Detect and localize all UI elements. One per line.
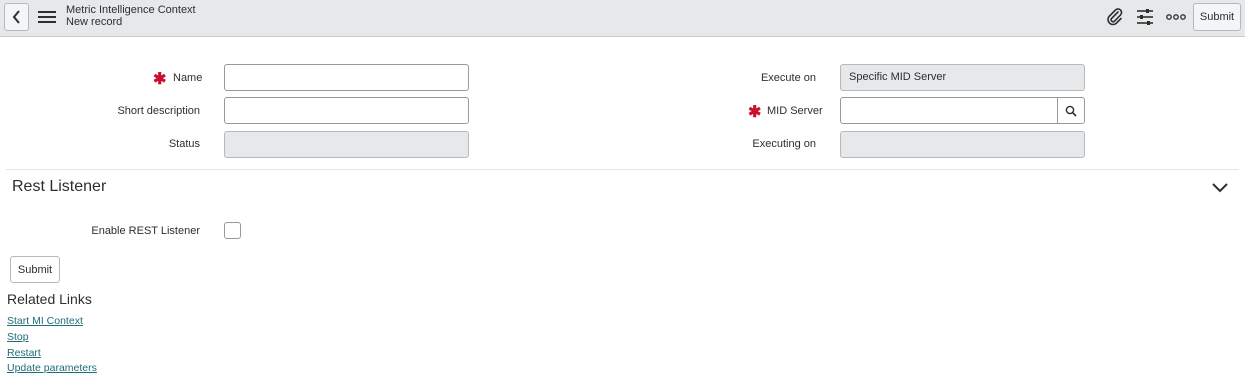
hamburger-menu-button[interactable] — [38, 8, 56, 26]
mid-server-required-icon: ✱ — [748, 104, 762, 121]
status-field — [224, 131, 469, 158]
search-icon — [1065, 105, 1077, 117]
status-label: Status — [168, 138, 200, 150]
mid-server-label: MID Server — [767, 105, 823, 117]
related-link-update-parameters[interactable]: Update parameters — [7, 362, 97, 374]
section-title: Rest Listener — [12, 178, 107, 195]
submit-button[interactable]: Submit — [10, 256, 60, 283]
form-subtitle: New record — [66, 16, 123, 28]
hamburger-menu-icon — [38, 11, 56, 23]
name-field[interactable] — [224, 64, 469, 91]
section-divider — [6, 169, 1239, 170]
related-link-start-mi-context[interactable]: Start MI Context — [7, 315, 83, 327]
short-description-label: Short description — [117, 105, 200, 117]
form-header: Metric Intelligence Context New record S… — [0, 0, 1245, 37]
mid-server-lookup-button[interactable] — [1057, 97, 1085, 124]
executing-on-label: Executing on — [752, 138, 816, 150]
form-title: Metric Intelligence Context — [66, 4, 196, 16]
related-links-title: Related Links — [7, 291, 92, 307]
more-icon — [1166, 14, 1186, 20]
chevron-left-icon — [12, 10, 20, 24]
more-options-button[interactable] — [1165, 6, 1187, 28]
execute-on-value: Specific MID Server — [849, 71, 947, 83]
related-link-restart[interactable]: Restart — [7, 347, 41, 359]
section-collapse-button[interactable] — [1210, 180, 1230, 196]
back-button[interactable] — [4, 3, 29, 31]
enable-rest-listener-checkbox[interactable] — [224, 222, 241, 239]
mid-server-field[interactable] — [840, 97, 1058, 124]
executing-on-field — [840, 131, 1085, 158]
enable-rest-listener-label: Enable REST Listener — [91, 225, 200, 237]
related-link-stop[interactable]: Stop — [7, 331, 29, 343]
paperclip-icon — [1107, 8, 1123, 26]
sliders-icon — [1137, 9, 1153, 25]
chevron-down-icon — [1212, 183, 1228, 193]
personalize-form-button[interactable] — [1134, 6, 1156, 28]
short-description-field[interactable] — [224, 97, 469, 124]
name-required-icon: ✱ — [153, 71, 167, 88]
attachment-button[interactable] — [1104, 6, 1126, 28]
execute-on-field: Specific MID Server — [840, 64, 1085, 91]
header-submit-button[interactable]: Submit — [1193, 3, 1241, 31]
record-title: Metric Intelligence Context New record — [66, 4, 196, 28]
name-label: Name — [173, 72, 203, 84]
execute-on-label: Execute on — [760, 72, 816, 84]
